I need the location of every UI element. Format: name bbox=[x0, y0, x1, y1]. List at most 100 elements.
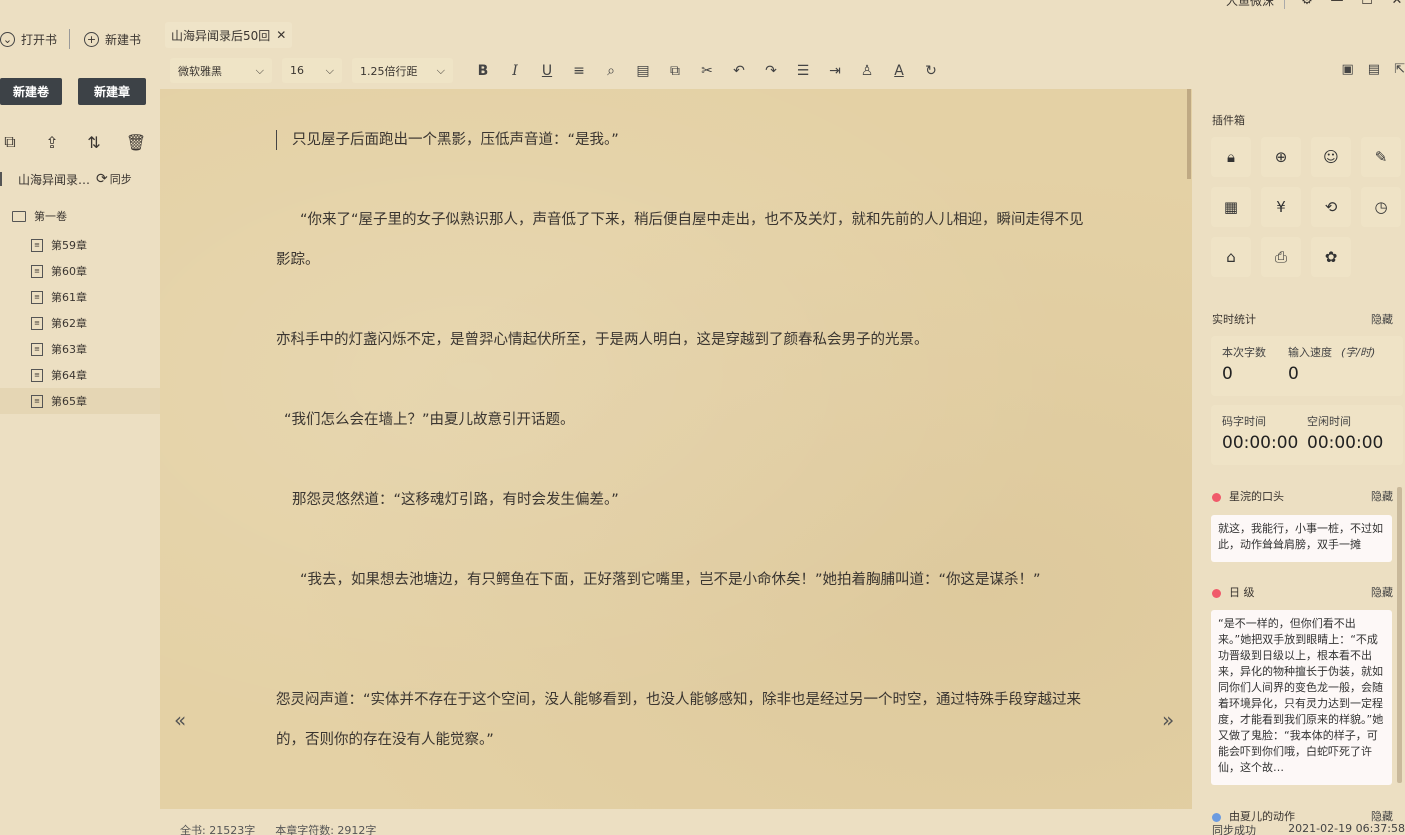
sync-icon[interactable]: ⟳ bbox=[96, 171, 108, 187]
strikethrough-icon[interactable]: ≡ bbox=[563, 63, 595, 79]
undo-icon[interactable]: ↶ bbox=[723, 63, 755, 79]
chapter-item[interactable]: ≡ 第60章 bbox=[0, 258, 160, 284]
chapter-item[interactable]: ≡ 第63章 bbox=[0, 336, 160, 362]
chapter-label: 第62章 bbox=[51, 317, 87, 330]
paragraph[interactable]: “我去，如果想去池塘边，有只鳄鱼在下面，正好落到它嘴里，岂不是小命休矣！”她拍着… bbox=[276, 560, 1096, 600]
export-icon[interactable]: ⇱ bbox=[1394, 62, 1405, 77]
refresh-icon[interactable]: ↻ bbox=[915, 63, 947, 79]
book-icon bbox=[0, 172, 2, 186]
plus-icon: + bbox=[84, 31, 100, 47]
font-color-icon[interactable]: A bbox=[883, 63, 915, 79]
paragraph[interactable]: 那怨灵悠然道：“这移魂灯引路，有时会发生偏差。” bbox=[276, 480, 1096, 520]
add-copy-icon[interactable]: ⧉ bbox=[0, 132, 20, 152]
chapter-item[interactable]: ≡ 第59章 bbox=[0, 232, 160, 258]
copy-icon[interactable]: ⧉ bbox=[659, 63, 691, 79]
word-count-label: 本次字数 bbox=[1222, 346, 1266, 359]
save-icon[interactable]: ▣ bbox=[1342, 62, 1354, 77]
sync-status: 同步成功 2021-02-19 06:37:58 bbox=[1212, 822, 1405, 835]
settings-icon[interactable]: ⚙ bbox=[1299, 0, 1315, 8]
tab-document[interactable]: 山海异闻录后50回 ✕ bbox=[165, 22, 293, 48]
editor-scrollbar[interactable] bbox=[1187, 89, 1191, 179]
total-count: 全书: 21523字 bbox=[180, 824, 256, 835]
chapter-item[interactable]: ≡ 第62章 bbox=[0, 310, 160, 336]
maximize-icon[interactable]: ☐ bbox=[1359, 0, 1375, 8]
cut-icon[interactable]: ✂ bbox=[691, 63, 723, 79]
minimize-icon[interactable]: — bbox=[1329, 0, 1345, 8]
save-as-icon[interactable]: ▤ bbox=[1368, 62, 1380, 77]
document-icon: ≡ bbox=[31, 264, 43, 278]
note1-content[interactable]: 就这，我能行，小事一桩，不过如此，动作耸耸肩膀，双手一摊 bbox=[1211, 515, 1392, 562]
note2-content[interactable]: “是不一样的，但你们看不出来。”她把双手放到眼睛上：“不成功晋级到日级以上，根本… bbox=[1211, 610, 1392, 785]
note2-hide-link[interactable]: 隐藏 bbox=[1371, 584, 1393, 600]
yen-icon[interactable]: ¥ bbox=[1261, 187, 1301, 227]
sync-time: 2021-02-19 06:37:58 bbox=[1288, 822, 1405, 835]
tree-actions: ⧉ ⇪ ⇅ 🗑 bbox=[0, 132, 146, 152]
font-family-select[interactable]: 微软雅黑 ⌵ bbox=[170, 58, 272, 83]
clock-icon[interactable]: ◷ bbox=[1361, 187, 1401, 227]
dictionary-icon[interactable]: ⊕ bbox=[1261, 137, 1301, 177]
format-toolbar: 微软雅黑 ⌵ 16 ⌵ 1.25倍行距 ⌵ B I U ≡ ⌕ ▤ ⧉ ✂ ↶ … bbox=[170, 58, 947, 83]
new-book-button[interactable]: + 新建书 bbox=[84, 31, 151, 48]
book-row[interactable]: 山海异闻录… ⟳ 同步 bbox=[0, 169, 160, 189]
trash-icon[interactable]: 🗑 bbox=[126, 132, 146, 152]
book-title: 山海异闻录… bbox=[18, 172, 91, 187]
paragraph[interactable]: “你来了“屋子里的女子似熟识那人，声音低了下来，稍后便自屋中走出，也不及关灯，就… bbox=[276, 200, 1096, 280]
line-spacing-value: 1.25倍行距 bbox=[360, 64, 418, 78]
paragraph[interactable]: 怨灵闷声道：“实体并不存在于这个空间，没人能够看到，也没人能够感知，除非也是经过… bbox=[276, 680, 1096, 760]
new-volume-button[interactable]: 新建卷 bbox=[0, 78, 62, 105]
palette-icon[interactable]: ✿ bbox=[1311, 237, 1351, 277]
red-dot-icon bbox=[1212, 492, 1221, 502]
plugin-box-title: 插件箱 bbox=[1212, 114, 1245, 127]
chapter-item[interactable]: ≡ 第64章 bbox=[0, 362, 160, 388]
note2-title: 日 级 bbox=[1229, 586, 1255, 599]
align-icon[interactable]: ☰ bbox=[787, 63, 819, 79]
lock-icon[interactable]: 🔒︎ bbox=[1211, 137, 1251, 177]
underline-icon[interactable]: U bbox=[531, 63, 563, 79]
open-book-button[interactable]: ⌄ 打开书 bbox=[0, 31, 67, 48]
note1-hide-link[interactable]: 隐藏 bbox=[1371, 488, 1393, 504]
search-icon[interactable]: ⌕ bbox=[595, 63, 627, 79]
folder-icon bbox=[12, 210, 26, 222]
plugin-grid: 🔒︎ ⊕ ☺ ✎ ▦ ¥ ⟲ ◷ ⌂ ⎙ ✿ bbox=[1211, 137, 1401, 277]
prev-chapter-icon[interactable]: « bbox=[174, 708, 186, 732]
chapter-item-selected[interactable]: ≡ 第65章 bbox=[0, 388, 160, 414]
redo-icon[interactable]: ↷ bbox=[755, 63, 787, 79]
shirt-icon[interactable]: ♙ bbox=[851, 63, 883, 79]
line-spacing-select[interactable]: 1.25倍行距 ⌵ bbox=[352, 58, 453, 83]
paragraph[interactable]: 只见屋子后面跑出一个黑影，压低声音道：“是我。” bbox=[292, 120, 1112, 160]
document-search-icon[interactable]: ⎙ bbox=[1261, 237, 1301, 277]
table-icon[interactable]: ▦ bbox=[1211, 187, 1251, 227]
paragraph[interactable]: “我们怎么会在墙上？”由夏儿故意引开话题。 bbox=[276, 400, 1096, 440]
sync-status-text: 同步成功 bbox=[1212, 824, 1256, 835]
note1-header[interactable]: 星浣的口头 bbox=[1212, 488, 1284, 504]
sync-label[interactable]: 同步 bbox=[110, 171, 132, 187]
volume-item[interactable]: 第一卷 bbox=[0, 206, 160, 226]
indent-icon[interactable]: ⇥ bbox=[819, 63, 851, 79]
tab-close-icon[interactable]: ✕ bbox=[276, 28, 286, 42]
right-panel-scrollbar[interactable] bbox=[1397, 487, 1402, 783]
word-count-value: 0 bbox=[1222, 364, 1233, 384]
lock-refresh-icon[interactable]: ⟲ bbox=[1311, 187, 1351, 227]
notes-icon[interactable]: ▤ bbox=[627, 63, 659, 79]
document-icon: ≡ bbox=[31, 238, 43, 252]
speed-unit: (字/时) bbox=[1341, 346, 1376, 359]
font-size-select[interactable]: 16 ⌵ bbox=[282, 58, 342, 83]
new-chapter-button[interactable]: 新建章 bbox=[78, 78, 146, 105]
sort-icon[interactable]: ⇅ bbox=[84, 132, 104, 152]
note2-header[interactable]: 日 级 bbox=[1212, 584, 1255, 600]
head-icon[interactable]: ☺ bbox=[1311, 137, 1351, 177]
bold-icon[interactable]: B bbox=[467, 63, 499, 79]
tag-icon[interactable]: ⌂ bbox=[1211, 237, 1251, 277]
italic-icon[interactable]: I bbox=[499, 63, 531, 79]
paragraph[interactable]: 亦科手中的灯盏闪烁不定，是曾羿心情起伏所至，于是两人明白，这是穿越到了颜春私会男… bbox=[276, 320, 1096, 360]
upload-icon[interactable]: ⇪ bbox=[42, 132, 62, 152]
chapter-item[interactable]: ≡ 第61章 bbox=[0, 284, 160, 310]
document-icon: ≡ bbox=[31, 342, 43, 356]
next-chapter-icon[interactable]: » bbox=[1162, 708, 1174, 732]
stats-hide-link[interactable]: 隐藏 bbox=[1371, 311, 1393, 327]
close-icon[interactable]: ✕ bbox=[1389, 0, 1405, 8]
chapter-label: 第60章 bbox=[51, 265, 87, 278]
chapter-count: 本章字符数: 2912字 bbox=[275, 824, 377, 835]
pencil-icon[interactable]: ✎ bbox=[1361, 137, 1401, 177]
user-name[interactable]: 人鱼微沫 bbox=[1226, 0, 1285, 9]
